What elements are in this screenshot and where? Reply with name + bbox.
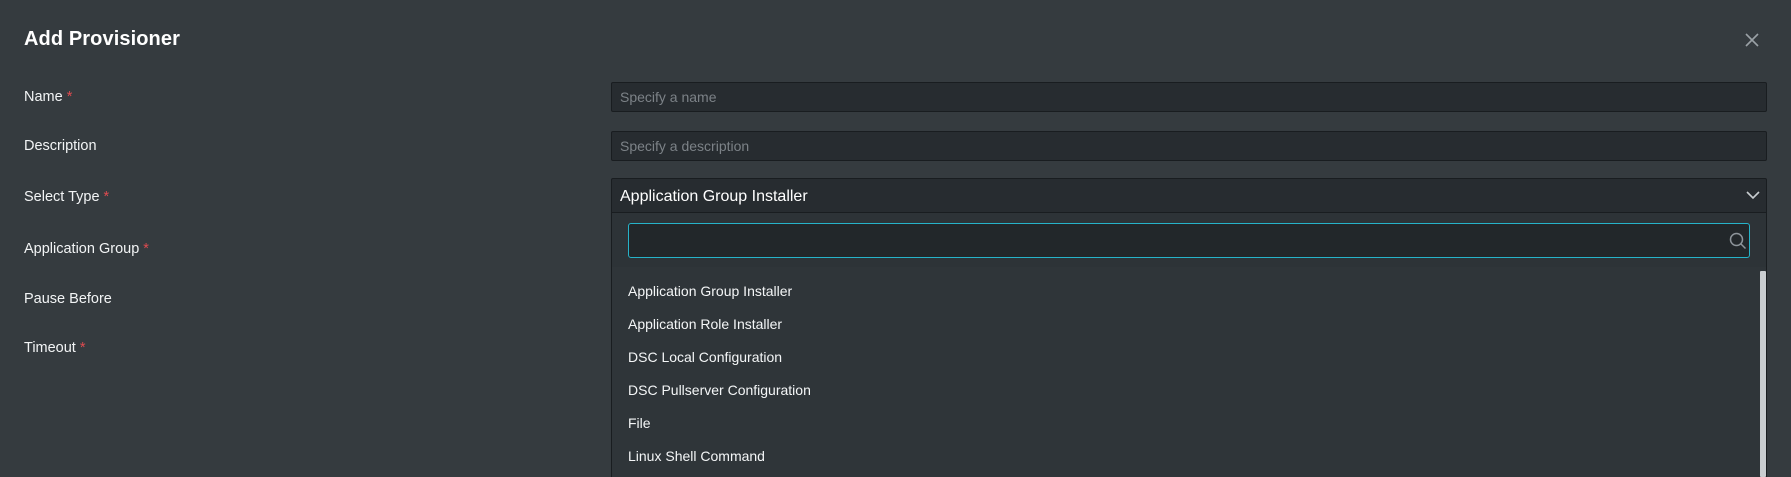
type-select[interactable]: Application Group Installer	[611, 178, 1767, 213]
select-type-label-text: Select Type	[24, 189, 100, 205]
description-input[interactable]	[611, 131, 1767, 161]
option-application-role-installer[interactable]: Application Role Installer	[612, 308, 1760, 341]
timeout-label-text: Timeout	[24, 340, 76, 356]
option-application-group-installer[interactable]: Application Group Installer	[612, 275, 1760, 308]
application-group-label: Application Group *	[24, 241, 149, 257]
option-dsc-pullserver-configuration[interactable]: DSC Pullserver Configuration	[612, 374, 1760, 407]
required-marker: *	[143, 241, 149, 257]
application-group-label-text: Application Group	[24, 241, 140, 257]
option-linux-shell-command[interactable]: Linux Shell Command	[612, 440, 1760, 473]
chevron-down-icon	[1746, 191, 1760, 200]
dropdown-scrollbar-thumb[interactable]	[1760, 271, 1766, 477]
type-dropdown-panel: Application Group Installer Application …	[611, 213, 1767, 477]
dropdown-search-area	[612, 213, 1766, 267]
add-provisioner-dialog: Add Provisioner Name* Description Select…	[0, 0, 1791, 477]
option-dsc-local-configuration[interactable]: DSC Local Configuration	[612, 341, 1760, 374]
required-marker: *	[66, 89, 73, 105]
select-type-label: Select Type *	[24, 189, 109, 205]
dropdown-search-input[interactable]	[628, 223, 1750, 258]
required-marker: *	[103, 189, 110, 205]
pause-before-label: Pause Before	[24, 291, 112, 307]
dialog-title: Add Provisioner	[24, 28, 180, 50]
name-input[interactable]	[611, 82, 1767, 112]
dropdown-options-list: Application Group Installer Application …	[612, 267, 1760, 473]
close-icon[interactable]	[1740, 28, 1764, 52]
search-icon	[1729, 232, 1747, 250]
name-label: Name *	[24, 89, 72, 105]
name-label-text: Name	[24, 89, 63, 105]
timeout-label: Timeout *	[24, 340, 86, 356]
required-marker: *	[79, 340, 86, 356]
type-select-value: Application Group Installer	[620, 188, 808, 205]
dropdown-scrollbar[interactable]	[1760, 267, 1766, 477]
pause-before-label-text: Pause Before	[24, 291, 112, 307]
option-file[interactable]: File	[612, 407, 1760, 440]
description-label-text: Description	[24, 138, 97, 154]
description-label: Description	[24, 138, 97, 154]
